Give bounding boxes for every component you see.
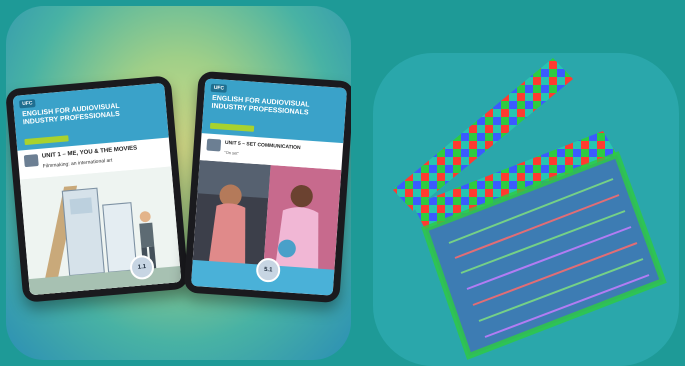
book-title: English for Audiovisual Industry Profess…: [21, 102, 121, 127]
tablet-unit-1: UFC English for Audiovisual Industry Pro…: [6, 75, 190, 303]
clapperboard-tile[interactable]: [373, 53, 679, 366]
tablet-unit-5: UFC English for Audiovisual Industry Pro…: [183, 70, 351, 304]
tablet-screen: UFC English for Audiovisual Industry Pro…: [190, 78, 348, 296]
tablet-screen: UFC English for Audiovisual Industry Pro…: [12, 82, 182, 296]
unit-heading: UNIT 5 – SET COMMUNICATION: [224, 139, 301, 152]
book-icon: [23, 154, 39, 168]
book-header: UFC English for Audiovisual Industry Pro…: [201, 78, 348, 144]
book-icon: [206, 138, 222, 152]
book-tag: [24, 135, 69, 146]
book-header: UFC English for Audiovisual Industry Pro…: [12, 82, 169, 151]
course-tile[interactable]: UFC English for Audiovisual Industry Pro…: [6, 6, 351, 360]
film-set-illustration: [19, 166, 182, 296]
brand-logo: UFC: [18, 99, 36, 109]
brand-logo: UFC: [210, 83, 228, 93]
unit-subtitle: "On set": [224, 149, 240, 156]
book-title: English for Audiovisual Industry Profess…: [211, 94, 310, 117]
unit-heading: UNIT 1 – ME, YOU & THE MOVIES: [41, 145, 138, 160]
book-tag: [209, 122, 255, 132]
unit-subtitle: Filmmaking: an international art: [42, 157, 113, 170]
clapperboard-icon: [393, 58, 667, 360]
